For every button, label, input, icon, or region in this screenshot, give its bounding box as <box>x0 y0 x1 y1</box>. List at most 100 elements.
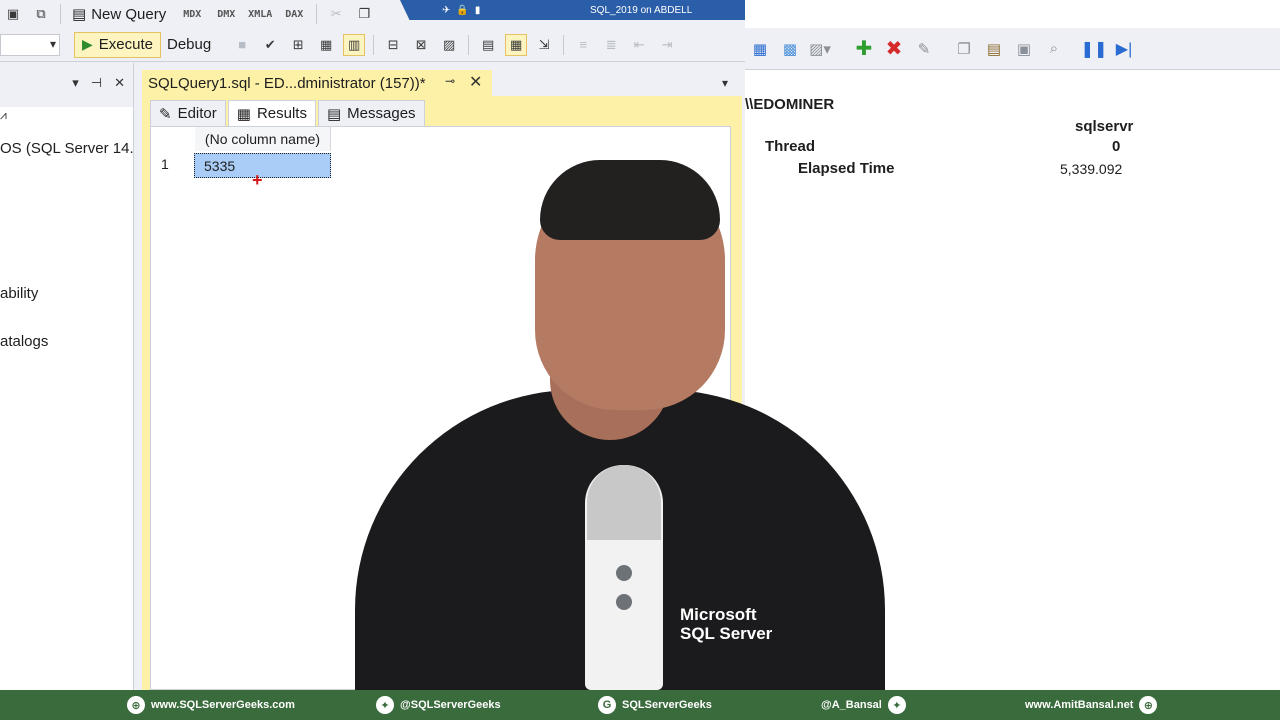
include-plan-icon[interactable]: ⊟ <box>382 34 404 56</box>
pause-icon[interactable]: ❚❚ <box>1081 38 1108 60</box>
copy-properties-icon[interactable]: ❐ <box>953 38 975 60</box>
presenter-video-overlay: Microsoft SQL Server <box>335 160 905 690</box>
dropdown-icon[interactable]: ▾ <box>72 75 79 91</box>
row-number[interactable]: 1 <box>151 152 193 176</box>
footer-twitter-text: @SQLServerGeeks <box>400 699 501 711</box>
debug-button[interactable]: Debug <box>161 34 217 55</box>
save-icon[interactable]: ▣ <box>2 3 24 25</box>
tab-sqlquery1[interactable]: SQLQuery1.sql - ED...dministrator (157))… <box>142 70 492 96</box>
change-graph-type-icon[interactable]: ▨▾ <box>809 38 831 60</box>
remote-pin-icon[interactable]: ✈🔒▮ <box>442 5 486 16</box>
toolbar-separator <box>373 34 375 55</box>
results-to-text-icon[interactable]: ▤ <box>477 34 499 56</box>
perfmon-toolbar: ▦ ▩ ▨▾ ✚ ✖ ✎ ❐ ▤ ▣ ⌕ ❚❚ ▶| <box>745 28 1280 70</box>
tab-results-label: Results <box>256 105 307 122</box>
comment-icon[interactable]: ≡ <box>572 34 594 56</box>
microphone-grill <box>587 465 661 540</box>
parse-checkmark-icon[interactable]: ✔ <box>259 34 281 56</box>
tree-item-availability[interactable]: ability <box>0 285 38 302</box>
properties-icon[interactable]: ▣ <box>1013 38 1035 60</box>
pin-icon[interactable]: ⊸ <box>445 74 455 88</box>
add-counter-icon[interactable]: ✚ <box>853 38 875 60</box>
pin-icon[interactable]: ⊣ <box>91 75 102 91</box>
increase-indent-icon[interactable]: ⇥ <box>656 34 678 56</box>
brand-logo-icon: G <box>598 696 616 714</box>
sql-editor-toolbar: ▶ Execute Debug ■ ✔ ⊞ ▦ ▥ ⊟ ⊠ ▨ ▤ ▦ ⇲ ≡ … <box>0 28 745 62</box>
stop-icon[interactable]: ■ <box>231 34 253 56</box>
estimated-plan-icon[interactable]: ⊞ <box>287 34 309 56</box>
close-icon[interactable]: ✕ <box>114 75 125 91</box>
new-query-label: New Query <box>91 5 167 23</box>
results-to-grid-icon[interactable]: ▥ <box>343 33 366 56</box>
presenter-hair <box>540 160 720 240</box>
close-icon[interactable]: ✕ <box>469 72 482 92</box>
mdx-query-button[interactable]: MDX <box>178 3 206 25</box>
tab-results[interactable]: ▦ Results <box>227 100 316 126</box>
decrease-indent-icon[interactable]: ⇤ <box>628 34 650 56</box>
footer-personal-site-text: www.AmitBansal.net <box>1025 699 1134 711</box>
view-graph-icon[interactable]: ▦ <box>749 38 771 60</box>
new-query-button[interactable]: ▤ New Query <box>66 3 172 25</box>
footer-personal-twitter-text: @A_Bansal <box>821 699 882 711</box>
shirt-logo-line2: SQL Server <box>680 624 773 643</box>
execute-button[interactable]: ▶ Execute <box>74 31 161 58</box>
toolbar-separator <box>316 4 318 24</box>
footer-website-text: www.SQLServerGeeks.com <box>151 699 295 711</box>
remote-session-title: SQL_2019 on ABDELL <box>590 4 693 16</box>
tab-list-dropdown-icon[interactable]: ▾ <box>722 76 728 90</box>
delete-counter-icon[interactable]: ✖ <box>883 38 905 60</box>
dmx-query-button[interactable]: DMX <box>212 3 240 25</box>
shirt-logo-line1: Microsoft <box>680 605 757 624</box>
query-options-icon[interactable]: ▦ <box>315 34 337 56</box>
microphone-button <box>616 565 632 581</box>
results-to-file-icon[interactable]: ⇲ <box>533 34 555 56</box>
branding-footer: ⊕ www.SQLServerGeeks.com ✦ @SQLServerGee… <box>0 690 1280 720</box>
shirt-logo: Microsoft SQL Server <box>680 605 772 643</box>
toolbar-separator <box>468 34 470 55</box>
highlight-icon[interactable]: ✎ <box>913 38 935 60</box>
tree-item-catalogs[interactable]: atalogs <box>0 333 48 350</box>
uncomment-icon[interactable]: ≣ <box>600 34 622 56</box>
tab-messages[interactable]: ▤ Messages <box>317 100 425 126</box>
tab-title: SQLQuery1.sql - ED...dministrator (157))… <box>148 74 426 92</box>
server-node[interactable]: OS (SQL Server 14.0. <box>0 140 146 157</box>
object-explorer-panel: ▾ ⊣ ✕ ⩘ OS (SQL Server 14.0. ability ata… <box>0 63 146 690</box>
footer-brand-text: SQLServerGeeks <box>622 699 712 711</box>
panel-controls: ▾ ⊣ ✕ <box>72 75 125 91</box>
counter-value-thread: 0 <box>1112 138 1121 155</box>
cut-icon[interactable]: ✂ <box>325 3 347 25</box>
update-data-icon[interactable]: ▶| <box>1113 38 1135 60</box>
toolbar-separator <box>60 4 61 24</box>
twitter-icon: ✦ <box>376 696 394 714</box>
save-all-icon[interactable]: ⧉ <box>30 3 52 25</box>
machine-name: \\EDOMINER <box>745 96 835 113</box>
column-header[interactable]: (No column name) <box>195 127 331 151</box>
copy-icon[interactable]: ❐ <box>353 3 375 25</box>
client-stats-icon[interactable]: ▨ <box>438 34 460 56</box>
globe-icon: ⊕ <box>1139 696 1158 714</box>
view-histogram-icon[interactable]: ▩ <box>779 38 801 60</box>
grid-icon: ▦ <box>236 105 251 123</box>
xmla-query-button[interactable]: XMLA <box>246 3 274 25</box>
counter-value-elapsed-time: 5,339.092 <box>1060 161 1123 177</box>
footer-personal-twitter: @A_Bansal ✦ <box>821 696 906 714</box>
instance-name: sqlservr <box>1075 118 1134 135</box>
globe-icon: ⊕ <box>127 696 145 714</box>
mouse-cursor-icon: + <box>252 170 263 190</box>
footer-website: ⊕ www.SQLServerGeeks.com <box>127 696 295 714</box>
paste-counter-icon[interactable]: ▤ <box>983 38 1005 60</box>
activity-monitor-icon[interactable]: ⩘ <box>0 108 7 123</box>
new-query-icon: ▤ <box>72 6 87 23</box>
play-icon: ▶ <box>82 36 93 52</box>
live-stats-icon[interactable]: ⊠ <box>410 34 432 56</box>
footer-personal-site: www.AmitBansal.net ⊕ <box>1025 696 1158 714</box>
tab-editor[interactable]: ✎ Editor <box>150 100 226 126</box>
editor-icon: ✎ <box>159 105 172 123</box>
messages-icon: ▤ <box>326 105 342 123</box>
database-dropdown[interactable] <box>0 33 60 56</box>
twitter-icon: ✦ <box>887 696 906 714</box>
zoom-icon[interactable]: ⌕ <box>1043 38 1065 60</box>
results-grid-toggle-icon[interactable]: ▦ <box>505 33 528 56</box>
result-tabs: ✎ Editor ▦ Results ▤ Messages <box>150 100 427 126</box>
dax-query-button[interactable]: DAX <box>280 3 308 25</box>
